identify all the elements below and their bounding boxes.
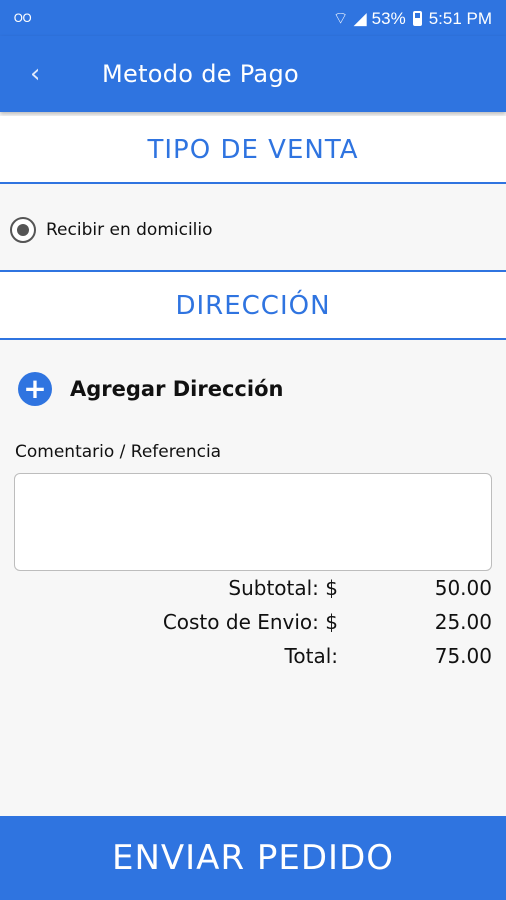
signal-icon: ◢ — [353, 8, 367, 28]
shipping-label: Costo de Envio: $ — [162, 610, 338, 634]
radio-selected-icon[interactable] — [10, 217, 36, 243]
total-value: 75.00 — [434, 644, 492, 668]
sale-type-header: TIPO DE VENTA — [0, 116, 506, 184]
plus-circle-icon[interactable]: + — [18, 372, 52, 406]
page-title: Metodo de Pago — [102, 60, 299, 88]
add-address-button[interactable]: + Agregar Dirección — [18, 372, 283, 406]
battery-icon — [412, 11, 422, 26]
subtotal-row: Subtotal: $ 50.00 — [0, 576, 506, 608]
status-indicators: ⌔ ◢ 53% 5:51 PM — [333, 8, 492, 29]
app-bar: ‹ Metodo de Pago — [0, 36, 506, 112]
send-order-button[interactable]: ENVIAR PEDIDO — [0, 816, 506, 900]
clock: 5:51 PM — [428, 8, 492, 28]
add-address-label: Agregar Dirección — [70, 377, 284, 401]
delivery-option[interactable]: Recibir en domicilio — [10, 214, 213, 246]
delivery-option-label: Recibir en domicilio — [46, 220, 213, 240]
shipping-row: Costo de Envio: $ 25.00 — [0, 610, 506, 642]
status-bar: ᴼᴼ ⌔ ◢ 53% 5:51 PM — [0, 0, 506, 36]
total-row: Total: 75.00 — [0, 644, 506, 676]
subtotal-value: 50.00 — [434, 576, 492, 600]
shipping-value: 25.00 — [434, 610, 492, 634]
address-header: DIRECCIÓN — [0, 270, 506, 340]
comment-field[interactable] — [14, 473, 492, 571]
chevron-left-icon[interactable]: ‹ — [30, 58, 52, 90]
wifi-icon: ⌔ — [332, 9, 349, 28]
battery-percent: 53% — [371, 8, 406, 28]
subtotal-label: Subtotal: $ — [228, 576, 338, 600]
comment-label: Comentario / Referencia — [15, 442, 222, 462]
total-label: Total: — [284, 644, 338, 668]
voicemail-icon: ᴼᴼ — [14, 11, 32, 30]
